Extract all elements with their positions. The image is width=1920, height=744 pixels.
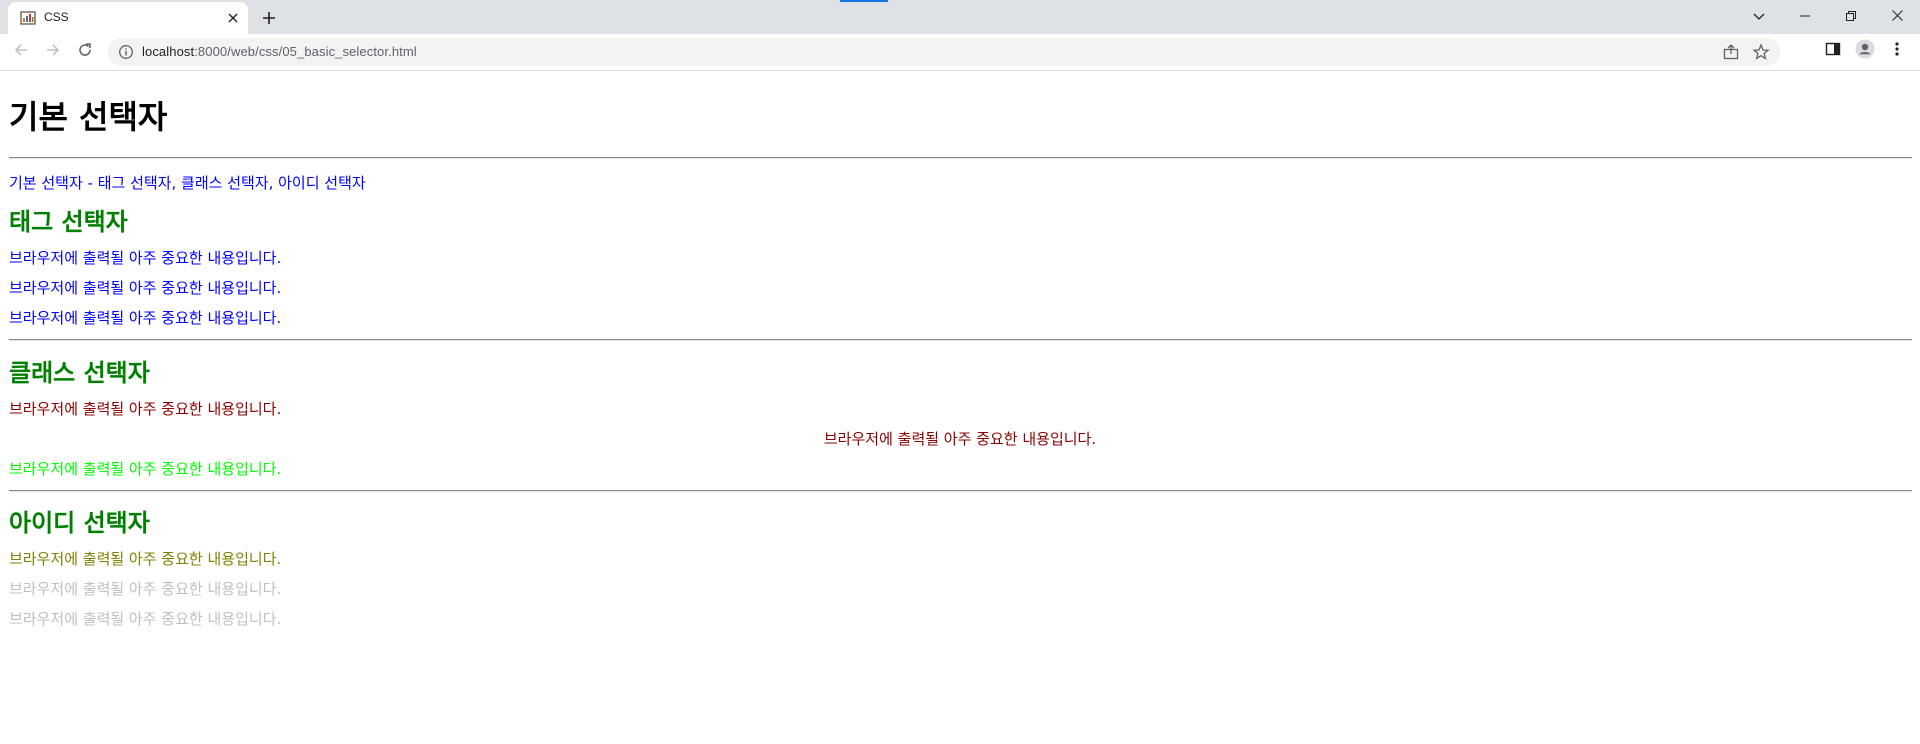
close-window-button[interactable] bbox=[1874, 0, 1920, 30]
close-window-icon bbox=[1891, 6, 1903, 25]
tab-title: CSS bbox=[44, 10, 69, 24]
reload-icon bbox=[77, 42, 93, 62]
class-line-1: 브라우저에 출력될 아주 중요한 내용입니다. bbox=[9, 400, 282, 418]
section-title-class: 클래스 선택자 bbox=[9, 359, 150, 387]
browser-toolbar: localhost:8000/web/css/05_basic_selector… bbox=[0, 34, 1920, 71]
plus-icon bbox=[262, 10, 276, 29]
tab-css[interactable]: CSS bbox=[8, 2, 248, 34]
reload-button[interactable] bbox=[72, 39, 98, 65]
section-title-tag: 태그 선택자 bbox=[9, 208, 128, 236]
id-line-2: 브라우저에 출력될 아주 중요한 내용입니다. bbox=[9, 580, 282, 598]
tag-line-2: 브라우저에 출력될 아주 중요한 내용입니다. bbox=[9, 279, 282, 297]
side-panel-icon bbox=[1825, 41, 1841, 61]
url-text: localhost:8000/web/css/05_basic_selector… bbox=[142, 44, 417, 59]
divider bbox=[9, 157, 1912, 159]
id-line-1: 브라우저에 출력될 아주 중요한 내용입니다. bbox=[9, 550, 282, 568]
close-icon[interactable] bbox=[224, 9, 242, 27]
menu-button[interactable] bbox=[1886, 40, 1908, 62]
side-panel-button[interactable] bbox=[1822, 40, 1844, 62]
star-icon[interactable] bbox=[1752, 43, 1770, 61]
arrow-right-icon bbox=[45, 42, 61, 62]
window-controls bbox=[1736, 0, 1920, 30]
info-icon[interactable] bbox=[118, 44, 134, 60]
minimize-icon bbox=[1800, 6, 1810, 25]
profile-icon bbox=[1855, 39, 1875, 63]
tab-search-button[interactable] bbox=[1736, 0, 1782, 30]
minimize-button[interactable] bbox=[1782, 0, 1828, 30]
tab-strip: CSS bbox=[0, 0, 1920, 34]
arrow-left-icon bbox=[13, 42, 29, 62]
chevron-down-icon bbox=[1753, 6, 1765, 25]
url-host: localhost bbox=[142, 44, 195, 59]
class-line-3: 브라우저에 출력될 아주 중요한 내용입니다. bbox=[9, 460, 282, 478]
tag-line-1: 브라우저에 출력될 아주 중요한 내용입니다. bbox=[9, 249, 282, 267]
address-bar[interactable]: localhost:8000/web/css/05_basic_selector… bbox=[108, 38, 1780, 66]
page-title: 기본 선택자 bbox=[9, 98, 168, 136]
css-favicon-icon bbox=[20, 10, 36, 26]
share-icon[interactable] bbox=[1722, 43, 1740, 61]
forward-button[interactable] bbox=[40, 39, 66, 65]
back-button[interactable] bbox=[8, 39, 34, 65]
restore-button[interactable] bbox=[1828, 0, 1874, 30]
class-line-2-centered: 브라우저에 출력될 아주 중요한 내용입니다. bbox=[823, 430, 1097, 448]
page-viewport: 기본 선택자 기본 선택자 - 태그 선택자, 클래스 선택자, 아이디 선택자… bbox=[0, 71, 1920, 744]
id-line-3: 브라우저에 출력될 아주 중요한 내용입니다. bbox=[9, 610, 282, 628]
kebab-menu-icon bbox=[1895, 41, 1899, 61]
url-path: :8000/web/css/05_basic_selector.html bbox=[194, 44, 417, 59]
new-tab-button[interactable] bbox=[256, 6, 282, 32]
section-title-id: 아이디 선택자 bbox=[9, 509, 150, 537]
divider bbox=[9, 490, 1912, 492]
tab-strip-accent bbox=[840, 0, 888, 2]
tag-line-3: 브라우저에 출력될 아주 중요한 내용입니다. bbox=[9, 309, 282, 327]
profile-button[interactable] bbox=[1854, 39, 1876, 63]
restore-icon bbox=[1846, 6, 1856, 25]
divider bbox=[9, 339, 1912, 341]
intro-text: 기본 선택자 - 태그 선택자, 클래스 선택자, 아이디 선택자 bbox=[9, 174, 366, 192]
